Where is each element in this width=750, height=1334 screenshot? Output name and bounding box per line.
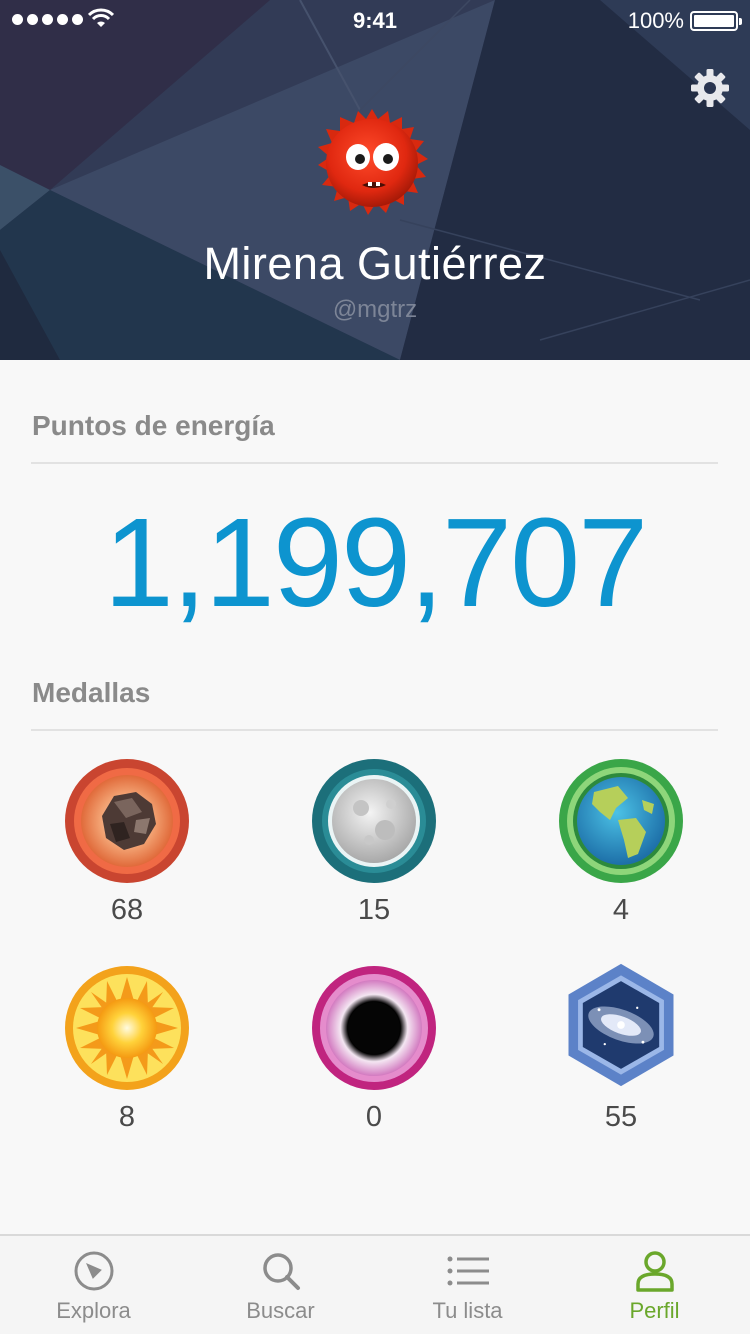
medal-count-galaxy: 55 <box>604 1101 638 1133</box>
search-icon <box>262 1253 300 1290</box>
energy-section-title: Puntos de energía <box>32 410 275 441</box>
tab-perfil[interactable]: Perfil <box>561 1236 748 1334</box>
person-icon <box>635 1251 674 1292</box>
tab-label-tu-lista: Tu lista <box>432 1298 503 1323</box>
tab-buscar[interactable]: Buscar <box>187 1236 374 1334</box>
profile-handle: @mgtrz <box>332 296 418 323</box>
profile-header: 9:41 100% Mirena Gutiérrez @mgtrz <box>0 0 750 360</box>
tab-label-buscar: Buscar <box>246 1298 315 1323</box>
earth-medal-icon[interactable] <box>558 758 684 884</box>
tab-label-explora: Explora <box>56 1298 131 1323</box>
list-icon <box>447 1256 489 1286</box>
profile-name: Mirena Gutiérrez <box>203 238 547 289</box>
compass-icon <box>74 1251 113 1291</box>
medals-divider <box>31 729 718 731</box>
battery-icon <box>690 11 742 31</box>
energy-points-value: 1,199,707 <box>103 492 649 633</box>
tab-label-perfil: Perfil <box>629 1298 680 1323</box>
medal-count-asteroid: 68 <box>110 894 144 926</box>
tab-tu-lista[interactable]: Tu lista <box>374 1236 561 1334</box>
moon-medal-icon[interactable] <box>311 758 437 884</box>
medal-count-sun: 8 <box>118 1101 136 1133</box>
medal-count-black-hole: 0 <box>365 1101 383 1133</box>
status-bar: 9:41 100% <box>0 0 750 40</box>
sun-medal-icon[interactable] <box>64 965 190 1091</box>
asteroid-medal-icon[interactable] <box>64 758 190 884</box>
medals-section-title: Medallas <box>32 677 151 708</box>
tab-explora[interactable]: Explora <box>0 1236 187 1334</box>
galaxy-medal-icon[interactable] <box>558 962 684 1088</box>
medal-count-moon: 15 <box>357 894 391 926</box>
avatar[interactable] <box>310 105 434 223</box>
energy-divider <box>31 462 718 464</box>
black-hole-medal-icon[interactable] <box>311 965 437 1091</box>
medal-count-earth: 4 <box>612 894 630 926</box>
tab-bar: Explora Buscar Tu lista Perfil <box>0 1234 750 1334</box>
battery-percentage: 100% <box>627 8 684 33</box>
gear-icon[interactable] <box>690 68 730 108</box>
